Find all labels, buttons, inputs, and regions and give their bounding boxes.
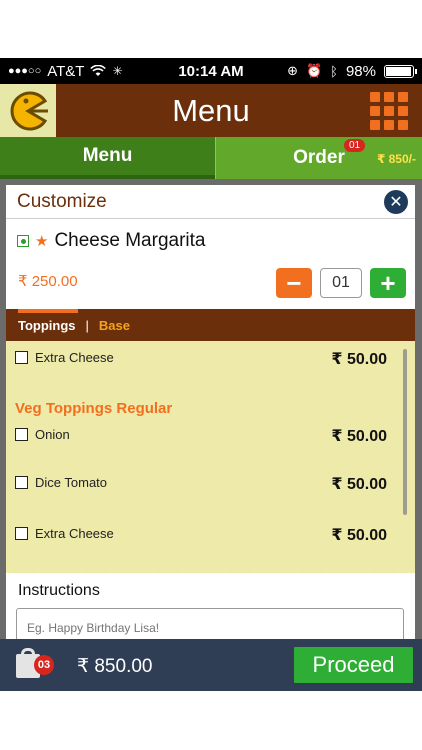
star-icon: ★ <box>35 233 49 250</box>
topping-price: ₹ 50.00 <box>331 476 387 493</box>
topping-item[interactable]: Dice Tomato <box>15 475 107 490</box>
decrease-quantity-button[interactable]: − <box>276 268 312 298</box>
carrier-label: AT&T <box>47 62 85 80</box>
tab-base[interactable]: Base <box>99 318 130 333</box>
quantity-stepper: − 01 + <box>276 268 406 298</box>
checkbox[interactable] <box>15 476 28 489</box>
dialog-title: Customize <box>17 190 107 212</box>
veg-indicator-icon <box>17 235 29 247</box>
order-total: ₹ 850/- <box>376 152 416 166</box>
topping-item[interactable]: Extra Cheese <box>15 350 114 365</box>
toppings-list[interactable]: Extra Cheese ₹ 50.00 Veg Toppings Regula… <box>6 341 415 581</box>
topping-label: Extra Cheese <box>35 350 114 365</box>
wifi-icon <box>90 65 107 76</box>
tab-order[interactable]: Order 01 ₹ 850/- <box>215 137 422 179</box>
rotation-lock-icon: ⊕ <box>287 63 298 78</box>
cart-count-badge: 03 <box>34 655 54 675</box>
increase-quantity-button[interactable]: + <box>370 268 406 298</box>
checkbox[interactable] <box>15 428 28 441</box>
status-right: ⊕ ⏰ ᛒ 98% <box>287 62 417 80</box>
topping-label: Dice Tomato <box>35 475 108 490</box>
tab-menu[interactable]: Menu <box>0 137 215 179</box>
topping-price: ₹ 50.00 <box>331 428 387 445</box>
page-title: Menu <box>172 93 250 128</box>
checkbox[interactable] <box>15 527 28 540</box>
order-count-badge: 01 <box>344 139 366 152</box>
checkout-bar: 03 ₹ 850.00 Proceed <box>0 639 422 691</box>
main-tabs: Menu Order 01 ₹ 850/- <box>0 137 422 179</box>
tab-order-label: Order <box>293 147 345 168</box>
activity-icon: ✳ <box>112 64 123 78</box>
app-screen: ●●●○○ AT&T ✳ 10:14 AM ⊕ ⏰ ᛒ 98% Menu Men… <box>0 0 422 750</box>
topping-price: ₹ 50.00 <box>331 351 387 368</box>
battery-icon <box>384 64 417 78</box>
item-price: ₹ 250.00 <box>18 273 78 290</box>
tab-menu-label: Menu <box>82 145 133 166</box>
bluetooth-icon: ᛒ <box>330 63 338 79</box>
customize-subtabs: Toppings | Base <box>6 308 415 341</box>
checkbox[interactable] <box>15 351 28 364</box>
customize-dialog: Customize ✕ ★ Cheese Margarita ₹ 250.00 … <box>6 185 415 640</box>
alarm-icon: ⏰ <box>305 63 323 78</box>
topping-item[interactable]: Onion <box>15 427 70 442</box>
topping-item[interactable]: Extra Cheese <box>15 526 114 541</box>
topping-label: Extra Cheese <box>35 526 114 541</box>
scrollbar[interactable] <box>403 349 407 515</box>
quantity-value[interactable]: 01 <box>320 268 362 298</box>
item-name: Cheese Margarita <box>54 230 206 251</box>
grid-menu-icon[interactable] <box>370 92 408 130</box>
scalloped-edge <box>6 565 415 581</box>
battery-level <box>386 66 412 76</box>
close-icon[interactable]: ✕ <box>384 190 408 214</box>
dialog-header: Customize <box>6 185 415 219</box>
battery-percent: 98% <box>345 62 376 80</box>
instructions-input[interactable] <box>16 608 404 640</box>
proceed-button[interactable]: Proceed <box>294 647 413 683</box>
tab-toppings[interactable]: Toppings <box>18 308 78 333</box>
signal-icon: ●●●○○ <box>8 65 42 77</box>
status-left: ●●●○○ AT&T ✳ <box>8 63 123 80</box>
section-title: Veg Toppings Regular <box>15 400 173 417</box>
status-bar: ●●●○○ AT&T ✳ 10:14 AM ⊕ ⏰ ᛒ 98% <box>0 58 422 84</box>
app-header: Menu <box>0 84 422 137</box>
cart-total: ₹ 850.00 <box>77 656 153 677</box>
topping-label: Onion <box>35 427 70 442</box>
item-title-row: ★ Cheese Margarita <box>17 230 205 252</box>
topping-price: ₹ 50.00 <box>331 527 387 544</box>
subtab-separator: | <box>85 317 89 333</box>
instructions-label: Instructions <box>18 582 100 599</box>
